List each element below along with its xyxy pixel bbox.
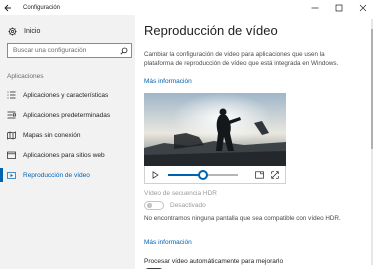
close-button[interactable] <box>351 0 375 15</box>
home-item[interactable]: Inicio <box>0 22 135 40</box>
hdr-toggle-row: Desactivado <box>144 201 206 210</box>
hdr-toggle-label: Desactivado <box>170 202 206 209</box>
video-controls <box>144 166 286 184</box>
seek-slider[interactable] <box>168 169 238 180</box>
cast-icon <box>254 170 264 179</box>
back-button[interactable] <box>0 0 15 15</box>
more-info-link[interactable]: Más información <box>144 78 192 85</box>
window-title: Configuración <box>23 4 61 11</box>
maximize-button[interactable] <box>327 0 351 15</box>
hdr-label: Vídeo de secuencia HDR <box>144 190 217 197</box>
sidebar-item-offline-maps[interactable]: Mapas sin conexión <box>0 125 135 145</box>
hdr-note: No encontramos ninguna pantalla que sea … <box>144 215 341 222</box>
sidebar-item-web-apps[interactable]: Aplicaciones para sitios web <box>0 145 135 165</box>
sidebar-item-default-apps[interactable]: Aplicaciones predeterminadas <box>0 105 135 125</box>
minimize-button[interactable] <box>303 0 327 15</box>
play-icon <box>152 170 159 179</box>
search-field[interactable]: Buscar una configuración <box>7 43 132 58</box>
map-icon <box>6 130 16 140</box>
sidebar-item-label: Reproducción de vídeo <box>23 171 90 179</box>
sidebar: Inicio Buscar una configuración Aplicaci… <box>0 15 135 269</box>
page-description: Cambiar la configuración de vídeo para a… <box>144 51 339 67</box>
section-label: Aplicaciones <box>7 73 44 80</box>
list-icon <box>6 90 16 100</box>
more-info-link-2[interactable]: Más información <box>144 239 192 246</box>
seek-thumb[interactable] <box>198 169 208 180</box>
home-label: Inicio <box>24 27 41 35</box>
hdr-toggle-knob <box>147 203 152 208</box>
maximize-icon <box>335 4 343 11</box>
video-frame-image <box>144 93 286 166</box>
default-apps-icon <box>6 110 16 120</box>
scrollbar-thumb[interactable] <box>371 29 373 149</box>
sidebar-item-label: Mapas sin conexión <box>23 131 81 139</box>
sidebar-item-video-playback[interactable]: Reproducción de vídeo <box>0 165 135 185</box>
process-video-label: Procesar vídeo automáticamente para mejo… <box>144 258 284 265</box>
scrollbar[interactable] <box>371 19 373 265</box>
video-preview[interactable] <box>144 93 286 184</box>
sidebar-item-apps-features[interactable]: Aplicaciones y características <box>0 85 135 105</box>
cast-button[interactable] <box>254 170 264 180</box>
search-icon <box>120 47 128 55</box>
web-apps-icon <box>6 150 16 160</box>
video-icon <box>6 170 16 180</box>
title-bar: Configuración <box>0 0 375 15</box>
window-controls <box>303 0 375 15</box>
hdr-toggle[interactable] <box>144 201 164 210</box>
sidebar-item-label: Aplicaciones para sitios web <box>23 151 105 159</box>
minimize-icon <box>311 7 319 8</box>
gear-icon <box>8 26 17 36</box>
sidebar-nav: Aplicaciones y características Aplicacio… <box>0 85 135 185</box>
fullscreen-icon <box>271 170 279 179</box>
back-arrow-icon <box>3 4 11 11</box>
page-title: Reproducción de vídeo <box>144 23 278 38</box>
search-placeholder[interactable]: Buscar una configuración <box>13 47 117 54</box>
sidebar-item-label: Aplicaciones predeterminadas <box>23 111 111 119</box>
search-button[interactable] <box>117 44 131 57</box>
play-button[interactable] <box>150 170 160 180</box>
main-content: Reproducción de vídeo Cambiar la configu… <box>135 15 375 269</box>
fullscreen-button[interactable] <box>270 170 280 180</box>
sidebar-item-label: Aplicaciones y características <box>23 91 109 99</box>
close-icon <box>359 4 367 11</box>
